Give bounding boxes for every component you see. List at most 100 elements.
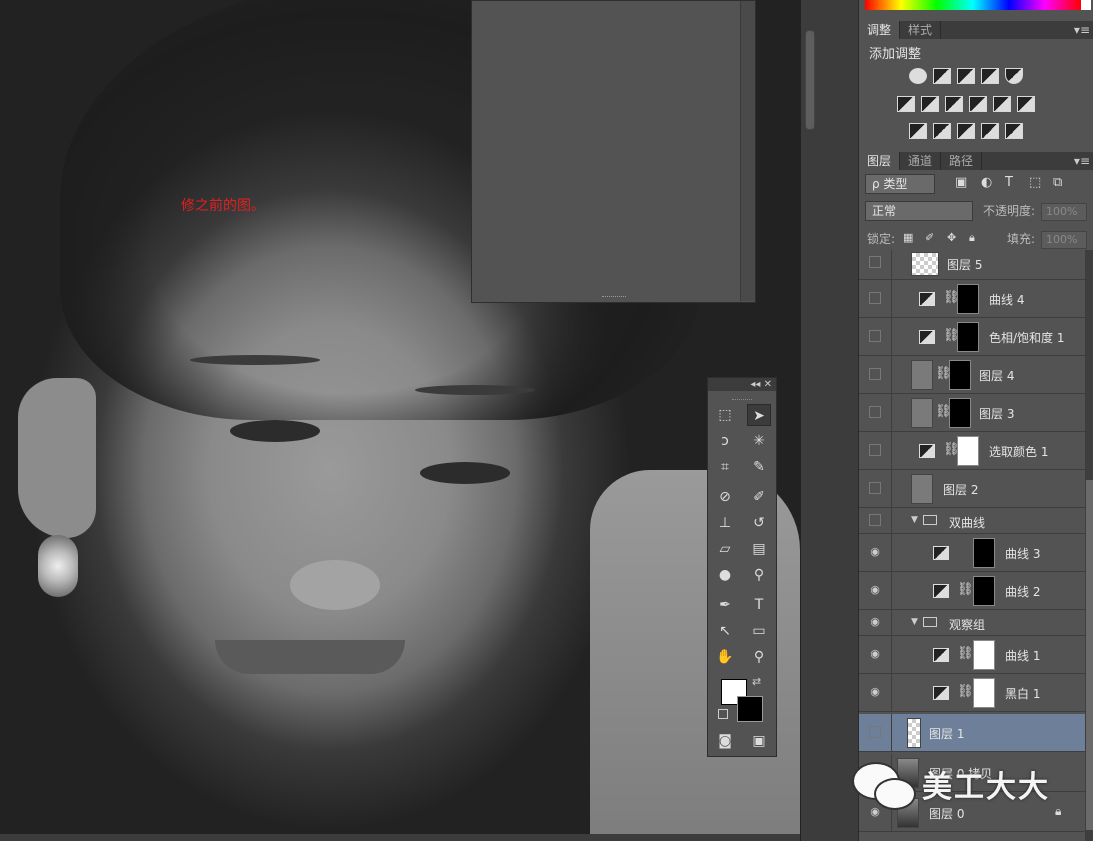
panel-menu-icon[interactable]: ▾≡ bbox=[1074, 21, 1093, 39]
clone-stamp-tool-icon[interactable]: ⊥ bbox=[713, 512, 737, 534]
eye-icon[interactable]: ◉ bbox=[869, 686, 881, 698]
collapse-icon[interactable]: ◂◂ bbox=[750, 379, 760, 390]
canvas-horizontal-scrollbar[interactable] bbox=[0, 834, 800, 841]
threshold-icon[interactable] bbox=[957, 123, 975, 139]
layer-mask-thumbnail[interactable] bbox=[949, 398, 971, 428]
background-color-swatch[interactable] bbox=[737, 696, 763, 722]
layer-mask-thumbnail[interactable] bbox=[973, 538, 995, 568]
healing-brush-tool-icon[interactable]: ⊘ bbox=[713, 486, 737, 508]
photo-filter-icon[interactable] bbox=[969, 96, 987, 112]
crop-tool-icon[interactable]: ⌗ bbox=[713, 456, 737, 478]
eye-icon[interactable]: ◉ bbox=[869, 648, 881, 660]
layer-group-row[interactable]: ▼ 双曲线 bbox=[859, 508, 1085, 534]
magic-wand-tool-icon[interactable]: ✳ bbox=[747, 430, 771, 452]
layer-row[interactable]: ◉ ⛓ 曲线 1 bbox=[859, 636, 1085, 674]
black-white-icon[interactable] bbox=[945, 96, 963, 112]
invert-icon[interactable] bbox=[909, 123, 927, 139]
curves-icon[interactable] bbox=[957, 68, 975, 84]
panel-grip-icon[interactable] bbox=[732, 391, 752, 400]
marquee-tool-icon[interactable]: ⬚ bbox=[713, 404, 737, 426]
layer-row[interactable]: ◉ ⛓ 曲线 2 bbox=[859, 572, 1085, 610]
layer-row[interactable]: ◉ 曲线 3 bbox=[859, 534, 1085, 572]
floating-panel[interactable] bbox=[471, 0, 756, 303]
expand-triangle-icon[interactable]: ▼ bbox=[911, 617, 918, 627]
layer-mask-thumbnail[interactable] bbox=[957, 284, 979, 314]
gradient-tool-icon[interactable]: ▤ bbox=[747, 538, 771, 560]
layer-row[interactable]: 图层 2 bbox=[859, 470, 1085, 508]
visibility-toggle[interactable] bbox=[869, 330, 881, 342]
rectangle-tool-icon[interactable]: ▭ bbox=[747, 620, 771, 642]
layer-group-row[interactable]: ◉ ▼ 观察组 bbox=[859, 610, 1085, 636]
tools-panel[interactable]: ◂◂ ✕ ⬚ ➤ ↄ ✳ ⌗ ✎ ⊘ ✐ ⊥ ↺ ▱ ▤ ● ⚲ ✒ T ↖ ▭ ✋ ⚲ ⇄ ◙ ▣ bbox=[707, 377, 777, 757]
layer-mask-thumbnail[interactable] bbox=[973, 640, 995, 670]
chain-link-icon[interactable]: ⛓ bbox=[957, 646, 974, 661]
layers-scrollbar[interactable] bbox=[1085, 250, 1093, 841]
layer-row-selected[interactable]: 图层 1 bbox=[859, 714, 1085, 752]
eyedropper-tool-icon[interactable]: ✎ bbox=[747, 456, 771, 478]
eye-icon[interactable]: ◉ bbox=[869, 616, 881, 628]
vibrance-icon[interactable] bbox=[1005, 68, 1023, 84]
filter-adjustment-icon[interactable]: ◐ bbox=[981, 175, 992, 190]
color-spectrum-bar[interactable] bbox=[865, 0, 1091, 10]
layer-row[interactable]: ⛓ 选取颜色 1 bbox=[859, 432, 1085, 470]
history-brush-tool-icon[interactable]: ↺ bbox=[747, 512, 771, 534]
channel-mixer-icon[interactable] bbox=[993, 96, 1011, 112]
type-tool-icon[interactable]: T bbox=[747, 594, 771, 616]
layer-row[interactable]: ⛓ 图层 3 bbox=[859, 394, 1085, 432]
tab-styles[interactable]: 样式 bbox=[900, 21, 942, 39]
lock-position-icon[interactable]: ✥ bbox=[947, 231, 956, 244]
visibility-toggle[interactable] bbox=[869, 256, 881, 268]
layer-mask-thumbnail[interactable] bbox=[949, 360, 971, 390]
layer-row[interactable]: ⛓ 色相/饱和度 1 bbox=[859, 318, 1085, 356]
tab-channels[interactable]: 通道 bbox=[900, 152, 942, 170]
filter-type-icon[interactable]: T bbox=[1005, 175, 1013, 190]
tab-layers[interactable]: 图层 bbox=[859, 152, 901, 170]
chain-link-icon[interactable]: ⛓ bbox=[957, 684, 974, 699]
visibility-toggle[interactable] bbox=[869, 482, 881, 494]
brush-tool-icon[interactable]: ✐ bbox=[747, 486, 771, 508]
layer-row[interactable]: ⛓ 曲线 4 bbox=[859, 280, 1085, 318]
layer-row[interactable]: ⛓ 图层 4 bbox=[859, 356, 1085, 394]
tools-panel-header[interactable]: ◂◂ ✕ bbox=[708, 378, 776, 391]
visibility-toggle[interactable] bbox=[869, 292, 881, 304]
filter-pixel-icon[interactable]: ▣ bbox=[955, 175, 967, 190]
visibility-toggle[interactable] bbox=[869, 514, 881, 526]
layer-mask-thumbnail[interactable] bbox=[973, 678, 995, 708]
layer-mask-thumbnail[interactable] bbox=[973, 576, 995, 606]
blur-tool-icon[interactable]: ● bbox=[713, 564, 737, 586]
swap-colors-icon[interactable]: ⇄ bbox=[752, 675, 761, 688]
eye-icon[interactable]: ◉ bbox=[869, 546, 881, 558]
visibility-toggle[interactable] bbox=[869, 368, 881, 380]
layer-mask-thumbnail[interactable] bbox=[957, 436, 979, 466]
tab-paths[interactable]: 路径 bbox=[941, 152, 983, 170]
lock-all-icon[interactable]: 🔒︎ bbox=[969, 231, 975, 245]
gradient-map-icon[interactable] bbox=[1005, 123, 1023, 139]
brightness-contrast-icon[interactable] bbox=[909, 68, 927, 84]
screen-mode-icon[interactable]: ▣ bbox=[747, 730, 771, 752]
opacity-input[interactable]: 100% bbox=[1041, 203, 1087, 221]
lasso-tool-icon[interactable]: ↄ bbox=[713, 430, 737, 452]
lock-transparent-icon[interactable]: ▦ bbox=[903, 231, 913, 244]
levels-icon[interactable] bbox=[933, 68, 951, 84]
blend-mode-select[interactable]: 正常 bbox=[865, 201, 973, 221]
tab-adjustments[interactable]: 调整 bbox=[859, 21, 901, 39]
visibility-toggle[interactable] bbox=[869, 406, 881, 418]
filter-smart-object-icon[interactable]: ⧉ bbox=[1053, 175, 1062, 190]
hue-saturation-icon[interactable] bbox=[897, 96, 915, 112]
pen-tool-icon[interactable]: ✒ bbox=[713, 594, 737, 616]
resize-grip-icon[interactable] bbox=[602, 296, 626, 300]
path-selection-tool-icon[interactable]: ↖ bbox=[713, 620, 737, 642]
lock-image-icon[interactable]: ✐ bbox=[925, 231, 934, 244]
visibility-toggle[interactable] bbox=[869, 444, 881, 456]
close-icon[interactable]: ✕ bbox=[764, 379, 772, 390]
color-balance-icon[interactable] bbox=[921, 96, 939, 112]
dodge-tool-icon[interactable]: ⚲ bbox=[747, 564, 771, 586]
quick-mask-icon[interactable]: ◙ bbox=[713, 730, 737, 752]
visibility-toggle[interactable] bbox=[869, 726, 881, 738]
layer-mask-thumbnail[interactable] bbox=[957, 322, 979, 352]
expand-triangle-icon[interactable]: ▼ bbox=[911, 515, 918, 525]
scroll-thumb[interactable] bbox=[805, 30, 815, 130]
layer-row[interactable]: 图层 5 bbox=[859, 250, 1085, 280]
color-lookup-icon[interactable] bbox=[1017, 96, 1035, 112]
filter-kind-select[interactable]: ρ 类型 bbox=[865, 174, 935, 194]
